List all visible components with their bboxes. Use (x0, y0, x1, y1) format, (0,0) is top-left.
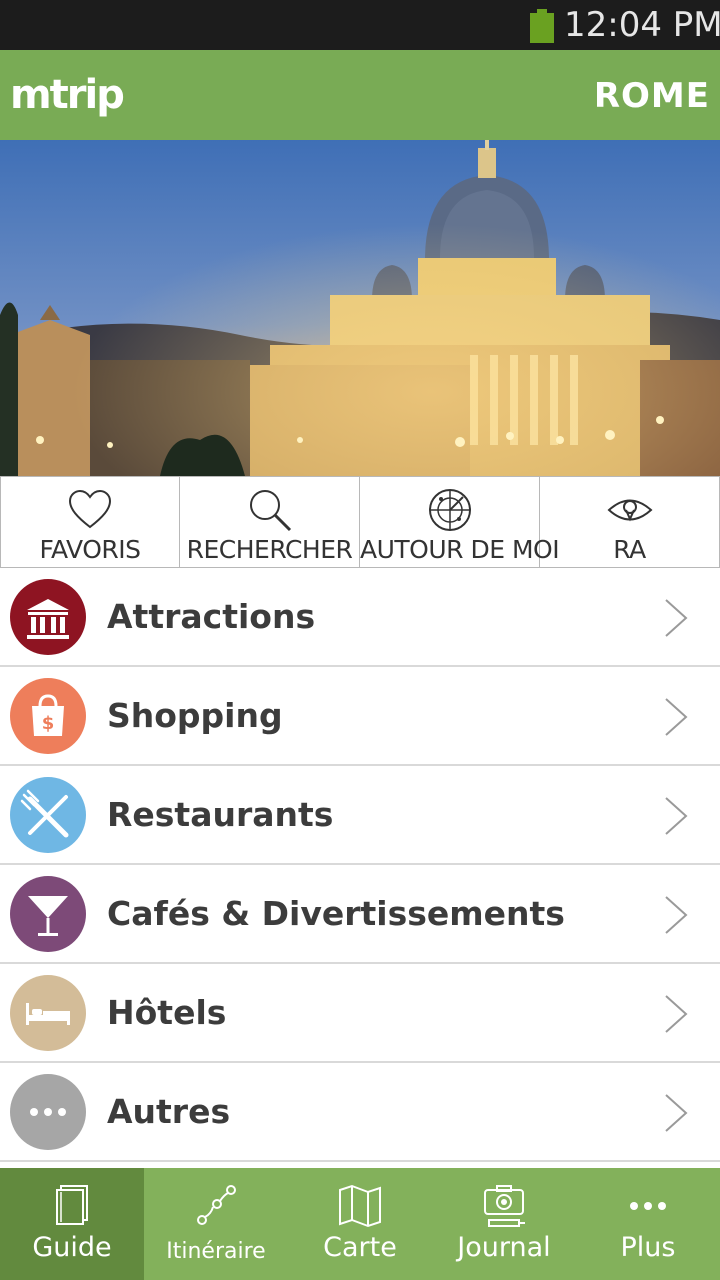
favorites-label: FAVORIS (39, 535, 141, 564)
fork-knife-icon (10, 777, 86, 853)
tab-more[interactable]: Plus (576, 1168, 720, 1280)
more-icon (10, 1074, 86, 1150)
radar-icon (428, 489, 471, 531)
map-icon (339, 1184, 381, 1228)
tab-label: Plus (620, 1232, 676, 1263)
category-label: Restaurants (107, 795, 334, 834)
chevron-right-icon (665, 1094, 688, 1132)
svg-text:$: $ (42, 713, 55, 734)
city-selector[interactable]: ROME (594, 74, 710, 118)
category-shopping[interactable]: $ Shopping (0, 667, 720, 766)
shopping-bag-icon: $ (10, 678, 86, 754)
category-list: Attractions $ Shopping Restaurants Cafés… (0, 568, 720, 1162)
tab-guide[interactable]: Guide (0, 1168, 144, 1280)
cocktail-icon (10, 876, 86, 952)
heart-icon (68, 489, 112, 529)
ar-label: RA (613, 535, 646, 564)
chevron-right-icon (665, 995, 688, 1033)
category-label: Attractions (107, 597, 316, 636)
search-button[interactable]: RECHERCHER (180, 476, 360, 568)
search-icon (249, 490, 291, 532)
category-attractions[interactable]: Attractions (0, 568, 720, 667)
favorites-button[interactable]: FAVORIS (0, 476, 180, 568)
bed-icon (10, 975, 86, 1051)
category-hotels[interactable]: Hôtels (0, 964, 720, 1063)
category-restaurants[interactable]: Restaurants (0, 766, 720, 865)
status-time: 12:04 PM (564, 5, 720, 45)
chevron-right-icon (665, 797, 688, 835)
quick-actions: FAVORIS RECHERCHER AUTOUR DE MOI RA (0, 476, 720, 568)
status-bar: 12:04 PM (0, 0, 720, 50)
category-others[interactable]: Autres (0, 1063, 720, 1162)
chevron-right-icon (665, 599, 688, 637)
hero-image (0, 140, 720, 476)
category-cafes[interactable]: Cafés & Divertissements (0, 865, 720, 964)
around-me-label: AUTOUR DE MOI (360, 535, 560, 564)
category-label: Hôtels (107, 993, 227, 1032)
museum-icon (10, 579, 86, 655)
category-label: Shopping (107, 696, 283, 735)
category-label: Cafés & Divertissements (107, 894, 565, 933)
tab-label: Guide (32, 1232, 112, 1263)
app-bar: mtrip ROME (0, 50, 720, 140)
eye-icon (607, 499, 652, 522)
bottom-tab-bar: Guide Itinéraire Carte Journal Plus (0, 1168, 720, 1280)
camera-icon (484, 1185, 525, 1227)
chevron-right-icon (665, 896, 688, 934)
app-logo[interactable]: mtrip (10, 70, 125, 120)
more-dots-icon (630, 1202, 666, 1210)
guide-book-icon (56, 1185, 88, 1225)
tab-journal[interactable]: Journal (432, 1168, 576, 1280)
chevron-right-icon (665, 698, 688, 736)
tab-label: Journal (457, 1232, 551, 1263)
tab-itinerary[interactable]: Itinéraire (144, 1168, 288, 1280)
category-label: Autres (107, 1092, 231, 1131)
tab-label: Itinéraire (166, 1239, 266, 1264)
tab-map[interactable]: Carte (288, 1168, 432, 1280)
battery-icon (530, 9, 554, 43)
ar-button[interactable]: RA (540, 476, 720, 568)
search-label: RECHERCHER (186, 535, 353, 564)
route-icon (197, 1185, 236, 1225)
around-me-button[interactable]: AUTOUR DE MOI (360, 476, 560, 568)
tab-label: Carte (323, 1232, 397, 1263)
